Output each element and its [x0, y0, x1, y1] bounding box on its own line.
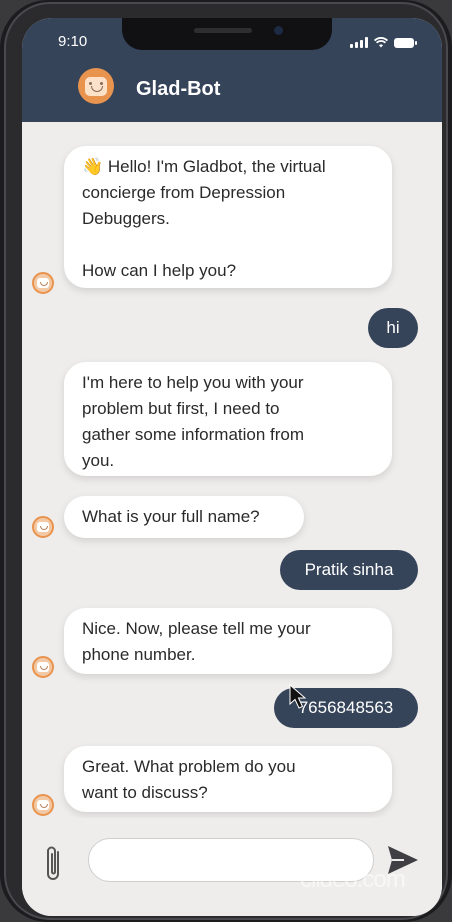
- mouse-pointer-icon: [289, 684, 307, 709]
- message-line: 👋 Hello! I'm Gladbot, the virtual: [82, 157, 326, 176]
- chat-screen: 9:10 Glad-Bot 👋 Hello! I'm Gladbot, the …: [22, 18, 442, 916]
- user-message: Pratik sinha: [280, 550, 418, 590]
- message-line: Debuggers.: [82, 209, 170, 228]
- message-line: [82, 232, 374, 258]
- paperclip-icon[interactable]: [42, 844, 66, 884]
- user-message: hi: [368, 308, 418, 348]
- phone-frame: 9:10 Glad-Bot 👋 Hello! I'm Gladbot, the …: [0, 0, 452, 922]
- bot-face-icon: [37, 522, 49, 532]
- message-line: What is your full name?: [82, 507, 260, 526]
- bot-title: Glad-Bot: [136, 78, 221, 100]
- status-icons: [350, 37, 417, 48]
- bot-message: Great. What problem do you want to discu…: [64, 746, 392, 812]
- message-line: Nice. Now, please tell me your: [82, 619, 311, 638]
- message-line: Great. What problem do you: [82, 757, 296, 776]
- bot-face-icon: [37, 800, 49, 810]
- front-camera: [274, 26, 283, 35]
- bot-message: What is your full name?: [64, 496, 304, 538]
- wifi-icon: [374, 37, 388, 48]
- bot-avatar-small: [32, 272, 54, 294]
- message-line: I'm here to help you with your: [82, 373, 304, 392]
- camera-notch: [122, 18, 332, 50]
- bot-avatar-small: [32, 516, 54, 538]
- message-line: problem but first, I need to: [82, 399, 280, 418]
- bot-avatar-small: [32, 794, 54, 816]
- chat-header: 9:10 Glad-Bot: [22, 18, 442, 122]
- signal-icon: [350, 37, 368, 48]
- bot-face-icon: [37, 278, 49, 288]
- bot-face-icon: [85, 76, 107, 96]
- status-time: 9:10: [58, 33, 88, 50]
- speaker-grille: [194, 28, 252, 33]
- bot-message: I'm here to help you with your problem b…: [64, 362, 392, 476]
- message-line: you.: [82, 451, 115, 470]
- watermark: clideo.com: [300, 866, 406, 893]
- bot-message: 👋 Hello! I'm Gladbot, the virtual concie…: [64, 146, 392, 288]
- bot-avatar: [78, 68, 114, 104]
- message-line: concierge from Depression: [82, 183, 286, 202]
- message-line: phone number.: [82, 645, 196, 664]
- message-line: How can I help you?: [82, 261, 237, 280]
- message-line: gather some information from: [82, 425, 305, 444]
- bot-face-icon: [37, 662, 49, 672]
- message-line: want to discuss?: [82, 783, 208, 802]
- bot-avatar-small: [32, 656, 54, 678]
- bot-message: Nice. Now, please tell me your phone num…: [64, 608, 392, 674]
- battery-icon: [394, 38, 417, 48]
